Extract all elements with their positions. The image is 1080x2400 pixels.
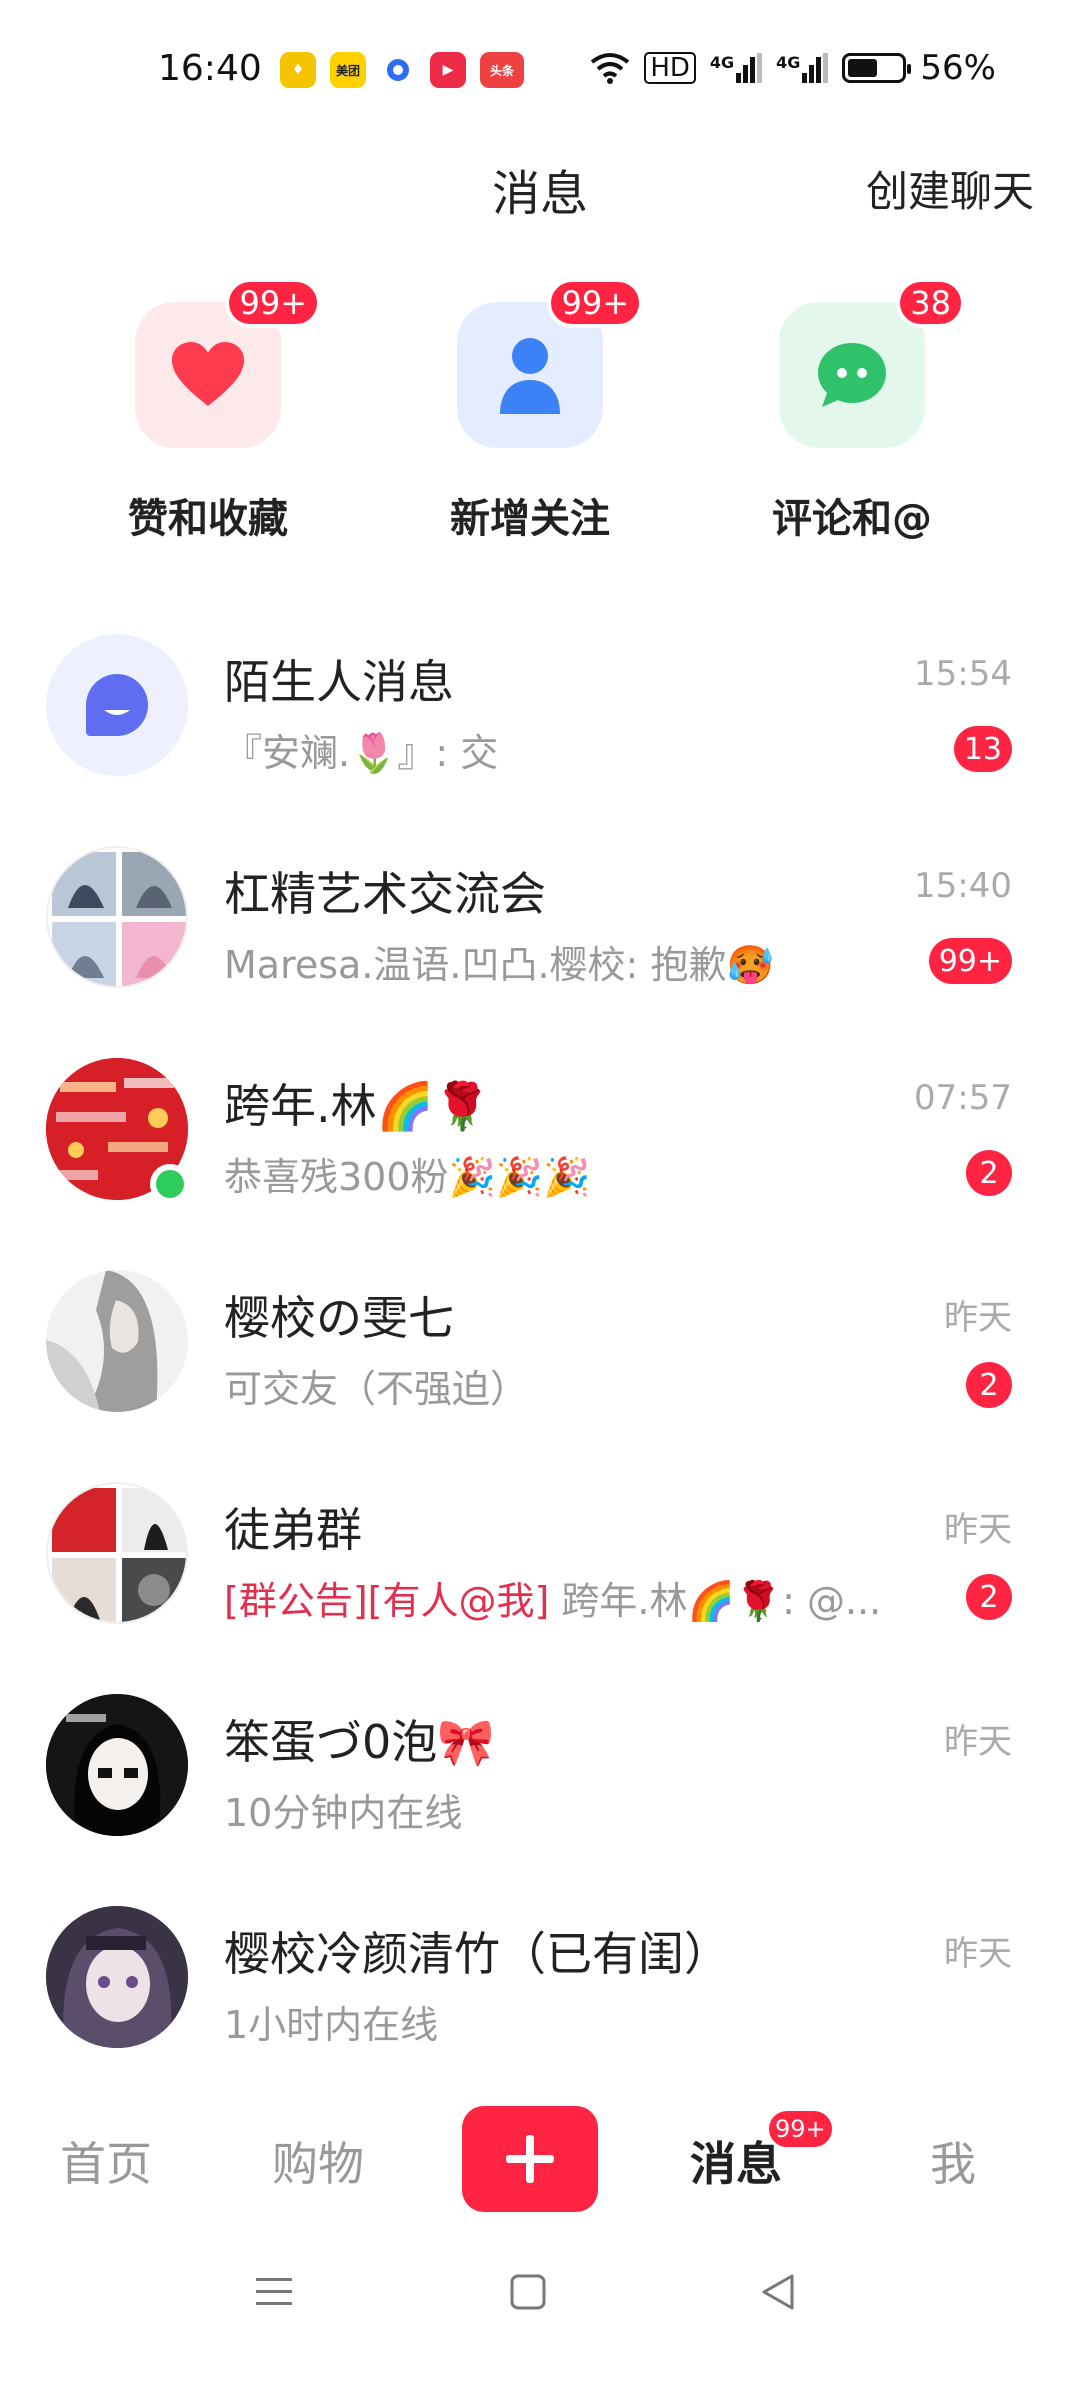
status-time: 16:40 [158, 48, 262, 89]
conversation-preview: 10分钟内在线 [224, 1791, 463, 1835]
conversation-preview: Maresa.温语.凹凸.樱校: 抱歉🥵 [224, 943, 774, 987]
user-avatar [46, 1694, 188, 1836]
conversation-preview: 恭喜残300粉🎉🎉🎉 [224, 1155, 591, 1199]
plus-icon [506, 2135, 554, 2183]
comments-badge: 38 [896, 278, 965, 328]
conversation-row[interactable]: 杠精艺术交流会 Maresa.温语.凹凸.樱校: 抱歉🥵 15:40 99+ [0, 822, 1080, 1034]
hd-icon: HD [644, 52, 696, 84]
conversation-row[interactable]: 徒弟群 [群公告][有人@我] 跨年.林🌈🌹: @... 昨天 2 [0, 1458, 1080, 1670]
create-chat-button[interactable]: 创建聊天 [866, 158, 1034, 219]
battery-icon [842, 53, 912, 83]
notification-icons: ♦ 美团 ▶ 头条 [280, 52, 524, 88]
conversation-name: 陌生人消息 [224, 655, 454, 709]
likes-badge: 99+ [225, 278, 321, 328]
likes-label: 赞和收藏 [128, 496, 288, 542]
meituan-icon: 美团 [330, 52, 366, 88]
conversation-name: 笨蛋づ0泡🎀 [224, 1715, 495, 1769]
blue-dot-app-icon [380, 52, 416, 88]
comments-and-mentions-entry[interactable]: 38 评论和@ [692, 278, 1012, 544]
unread-badge: 2 [966, 1150, 1012, 1196]
mention-tag: [群公告][有人@我] [224, 1579, 550, 1623]
stranger-message-icon [86, 674, 148, 736]
comments-tile[interactable]: 38 [779, 278, 965, 448]
nav-home[interactable]: 首页 [60, 2128, 152, 2194]
conversation-time: 15:40 [914, 866, 1012, 906]
system-nav-bar [0, 2240, 1080, 2400]
conversation-row[interactable]: 樱校の雯七 可交友（不强迫） 昨天 2 [0, 1246, 1080, 1458]
conversation-preview: 1小时内在线 [224, 2003, 439, 2047]
conversation-time: 昨天 [944, 1934, 1012, 1974]
quick-actions: 99+ 赞和收藏 99+ 新增关注 38 评论和@ [0, 278, 1080, 550]
unread-badge: 99+ [928, 938, 1012, 984]
conversation-list: 陌生人消息 『安斓.🌷』: 交 15:54 13 杠精艺术交流会 Maresa.… [0, 610, 1080, 2094]
battery-percent: 56% [920, 48, 996, 88]
yellow-app-icon: ♦ [280, 52, 316, 88]
person-icon [500, 338, 560, 414]
conversation-preview: 可交友（不强迫） [224, 1367, 529, 1411]
online-indicator [150, 1164, 190, 1204]
publish-button[interactable] [462, 2106, 598, 2212]
group-avatar [46, 1482, 188, 1624]
menu-icon[interactable] [254, 2272, 294, 2312]
followers-label: 新增关注 [450, 496, 610, 542]
followers-badge: 99+ [547, 278, 643, 328]
nav-shop[interactable]: 购物 [272, 2128, 364, 2194]
signal-icon: 4G [710, 53, 763, 83]
header: 消息 创建聊天 [0, 140, 1080, 240]
conversation-preview: 『安斓.🌷』: 交 [224, 731, 499, 775]
unread-badge: 2 [966, 1362, 1012, 1408]
unread-badge: 2 [966, 1574, 1012, 1620]
status-right: HD 4G 4G 56% [590, 48, 996, 88]
signal-icon: 4G [776, 53, 829, 83]
back-icon[interactable] [758, 2272, 798, 2312]
followers-tile[interactable]: 99+ [457, 278, 643, 448]
home-icon[interactable] [508, 2272, 548, 2312]
conversation-row[interactable]: 跨年.林🌈🌹 恭喜残300粉🎉🎉🎉 07:57 2 [0, 1034, 1080, 1246]
bottom-nav: 首页 购物 消息 99+ 我 [0, 2090, 1080, 2230]
conversation-row[interactable]: 笨蛋づ0泡🎀 10分钟内在线 昨天 [0, 1670, 1080, 1882]
status-bar: 16:40 ♦ 美团 ▶ 头条 HD 4G 4G 56% [0, 0, 1080, 140]
conversation-name: 樱校の雯七 [224, 1291, 454, 1345]
stranger-avatar [46, 634, 188, 776]
conversation-name: 徒弟群 [224, 1503, 362, 1557]
likes-tile[interactable]: 99+ [135, 278, 321, 448]
user-avatar [46, 1906, 188, 2048]
conversation-time: 15:54 [914, 654, 1012, 694]
conversation-time: 昨天 [944, 1298, 1012, 1338]
conversation-preview: [群公告][有人@我] 跨年.林🌈🌹: @... [224, 1570, 881, 1625]
likes-and-favorites-entry[interactable]: 99+ 赞和收藏 [48, 278, 368, 544]
conversation-name: 跨年.林🌈🌹 [224, 1079, 492, 1133]
conversation-time: 昨天 [944, 1510, 1012, 1550]
chat-bubble-icon [818, 343, 886, 407]
messages-badge: 99+ [766, 2108, 835, 2150]
conversation-time: 07:57 [914, 1078, 1012, 1118]
conversation-name: 樱校冷颜清竹（已有闺） [224, 1927, 730, 1981]
heart-icon [172, 342, 244, 406]
user-avatar [46, 1270, 188, 1412]
new-followers-entry[interactable]: 99+ 新增关注 [370, 278, 690, 544]
unread-badge: 13 [953, 726, 1012, 772]
conversation-name: 杠精艺术交流会 [224, 867, 546, 921]
conversation-time: 昨天 [944, 1722, 1012, 1762]
wifi-icon [591, 53, 630, 84]
conversation-row[interactable]: 陌生人消息 『安斓.🌷』: 交 15:54 13 [0, 610, 1080, 822]
group-avatar [46, 846, 188, 988]
comments-label: 评论和@ [772, 496, 932, 542]
nav-me[interactable]: 我 [930, 2128, 976, 2194]
toutiao-icon: 头条 [480, 52, 524, 88]
video-app-icon: ▶ [430, 52, 466, 88]
conversation-row[interactable]: 樱校冷颜清竹（已有闺） 1小时内在线 昨天 [0, 1882, 1080, 2094]
preview-text: 跨年.林🌈🌹: @... [549, 1579, 882, 1623]
